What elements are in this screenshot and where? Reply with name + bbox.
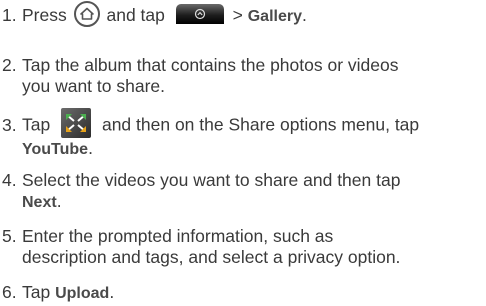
step-4: 4. Select the videos you want to share an… [2, 170, 482, 213]
step-text: and tap [106, 5, 165, 25]
step-text: . [302, 5, 307, 25]
step-3: 3. Tap and then on the Share options menu… [2, 108, 482, 160]
gallery-label: Gallery [247, 8, 302, 25]
step-text: Tap [22, 282, 51, 302]
step-number: 1. [2, 5, 17, 25]
step-text: description and tags, and select a priva… [22, 247, 401, 267]
step-text: . [109, 282, 115, 302]
step-number: 2. [2, 55, 17, 75]
step-text: > [232, 5, 243, 25]
step-text: and then on the Share options menu, tap [101, 114, 420, 135]
step-number: 3. [2, 114, 17, 135]
step-6: 6. Tap Upload. [2, 282, 482, 304]
step-text: Tap the album that contains the photos o… [22, 55, 399, 75]
step-5: 5. Enter the prompted information, such a… [2, 226, 482, 268]
step-text: Press [22, 5, 67, 25]
step-text: . [88, 138, 93, 158]
step-2: 2. Tap the album that contains the photos… [2, 55, 482, 97]
step-number: 5. [2, 226, 17, 246]
step-text: Tap [22, 114, 51, 135]
launcher-tab-icon [175, 4, 224, 25]
step-number: 6. [2, 282, 17, 302]
step-text: Enter the prompted information, such as [22, 226, 334, 246]
next-label: Next [22, 194, 57, 211]
step-1: 1. Press and tap > Gallery. [2, 1, 482, 28]
step-text: Select the videos you want to share and … [22, 170, 401, 190]
home-icon [73, 1, 100, 28]
youtube-label: YouTube [22, 141, 89, 158]
step-number: 4. [2, 170, 17, 190]
upload-label: Upload [55, 285, 110, 302]
step-text: . [56, 191, 62, 211]
share-icon [61, 108, 92, 138]
step-text: you want to share. [22, 76, 165, 96]
